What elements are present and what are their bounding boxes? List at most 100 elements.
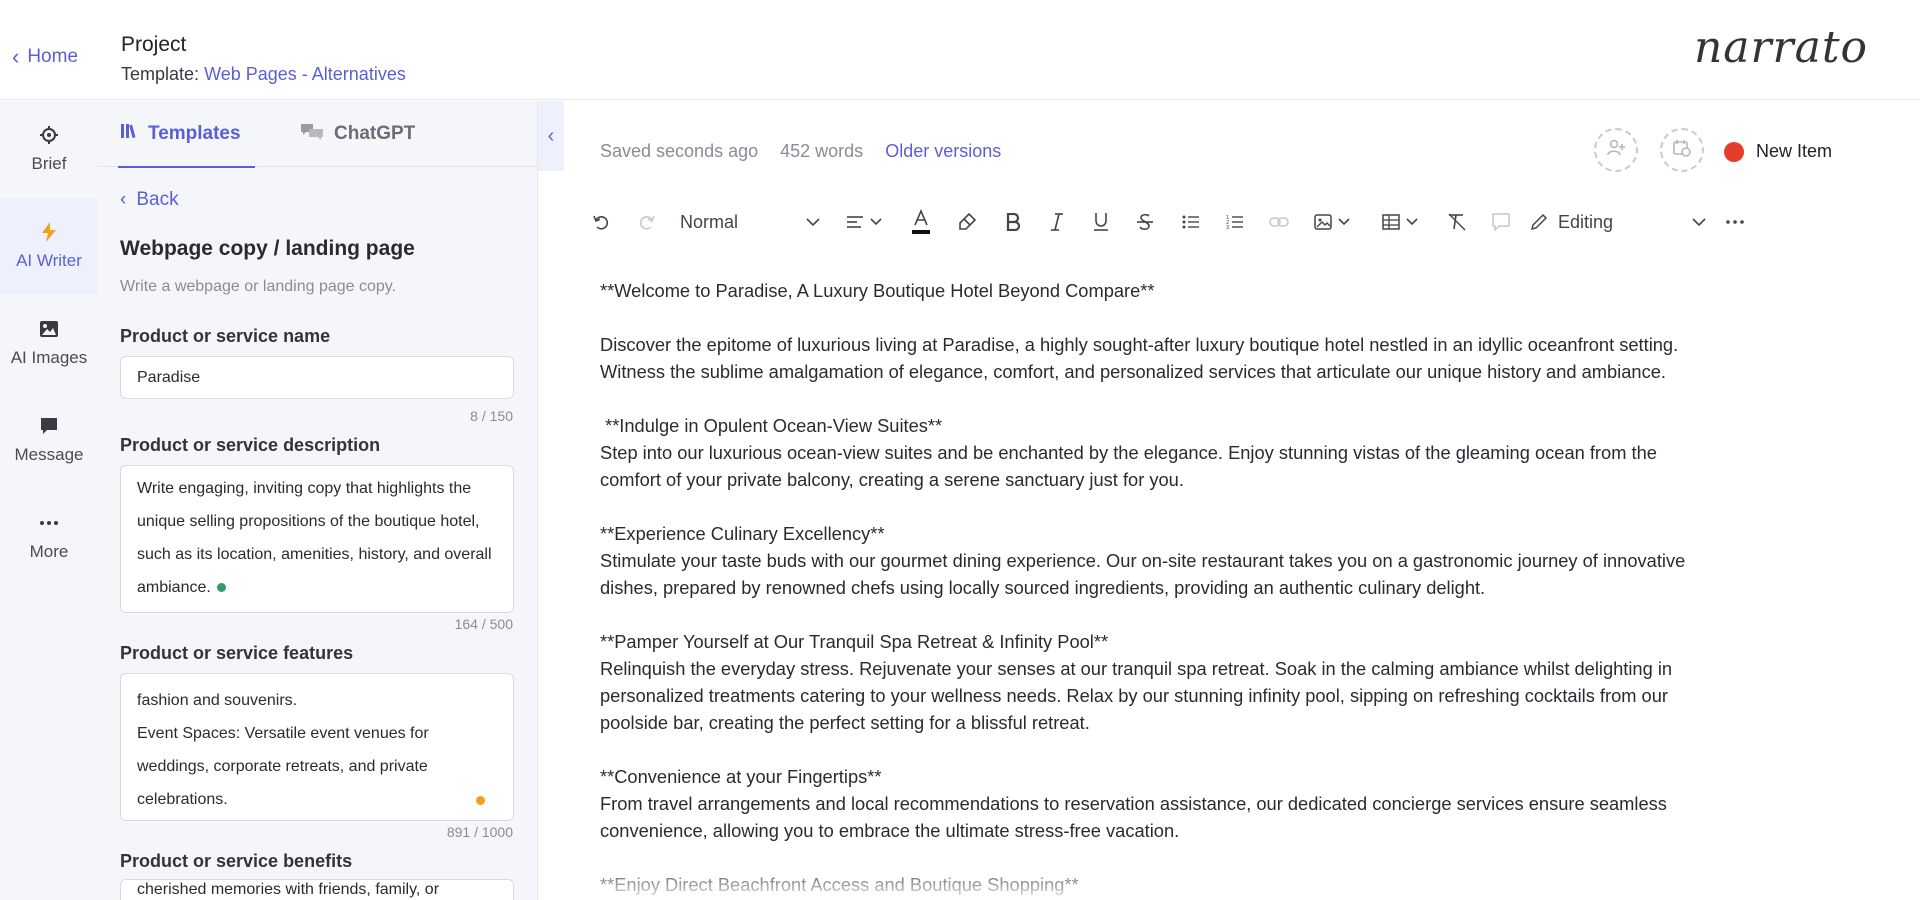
redo-button[interactable] xyxy=(632,202,662,242)
project-title: Project xyxy=(121,33,187,56)
rail-label-message: Message xyxy=(14,445,84,464)
doc-line: **Experience Culinary Excellency** xyxy=(600,523,885,544)
features-line: fashion and souvenirs. xyxy=(137,692,298,709)
rail-item-ai-writer[interactable]: AI Writer xyxy=(0,198,98,294)
doc-line: personalized treatments catering to your… xyxy=(600,685,1668,706)
product-description-textarea[interactable]: Write engaging, inviting copy that highl… xyxy=(120,465,514,613)
more-options-button[interactable] xyxy=(1720,202,1750,242)
ellipsis-icon xyxy=(38,512,60,534)
chevron-down-icon xyxy=(1338,218,1350,226)
collapse-panel-button[interactable]: ‹ xyxy=(538,101,564,171)
bolt-icon xyxy=(38,221,60,243)
rail-item-ai-images[interactable]: AI Images xyxy=(0,295,98,391)
doc-paragraph: **Indulge in Opulent Ocean-View Suites**… xyxy=(600,412,1840,493)
doc-line: dishes, prepared by renowned chefs using… xyxy=(600,577,1486,598)
editor-meta: Saved seconds ago 452 words Older versio… xyxy=(600,141,1001,162)
status-label: New Item xyxy=(1756,141,1833,161)
pencil-icon xyxy=(1530,213,1548,231)
home-link[interactable]: ‹ Home xyxy=(12,46,78,68)
doc-line: comfort of your private balcony, creatin… xyxy=(600,469,1184,490)
bullet-list-icon xyxy=(1182,214,1200,230)
status-dot-icon xyxy=(476,796,485,805)
highlight-button[interactable] xyxy=(952,202,982,242)
template-panel: Templates ChatGPT ‹ Back Webpage copy / … xyxy=(98,101,538,900)
editing-mode-value: Editing xyxy=(1558,211,1614,232)
comment-button[interactable] xyxy=(1486,202,1516,242)
align-dropdown[interactable] xyxy=(838,202,890,242)
doc-line: From travel arrangements and local recom… xyxy=(600,793,1667,814)
template-prefix: Template: xyxy=(121,64,200,84)
description-text: Write engaging, inviting copy that highl… xyxy=(137,480,492,596)
strikethrough-icon xyxy=(1136,213,1154,231)
chevron-down-icon xyxy=(1692,217,1706,227)
assign-user-button[interactable] xyxy=(1594,128,1638,172)
project-template: Template: Web Pages - Alternatives xyxy=(121,64,406,85)
paragraph-style-dropdown[interactable]: Normal xyxy=(680,202,820,242)
panel-tabs: Templates ChatGPT xyxy=(98,101,537,168)
doc-line: **Enjoy Direct Beachfront Access and Bou… xyxy=(600,874,1079,895)
field-label-benefits: Product or service benefits xyxy=(120,851,353,871)
text-color-button[interactable] xyxy=(906,202,936,242)
clear-formatting-button[interactable] xyxy=(1442,202,1472,242)
clear-format-icon xyxy=(1447,213,1467,231)
chevron-down-icon xyxy=(806,217,820,227)
template-link[interactable]: Web Pages - Alternatives xyxy=(204,64,406,84)
doc-paragraph: **Welcome to Paradise, A Luxury Boutique… xyxy=(600,277,1840,304)
home-label: Home xyxy=(27,46,79,67)
bold-button[interactable] xyxy=(998,202,1028,242)
tab-chatgpt[interactable]: ChatGPT xyxy=(300,101,415,167)
rail-item-more[interactable]: More xyxy=(0,489,98,585)
chevron-down-icon xyxy=(870,218,882,226)
bold-icon xyxy=(1006,213,1020,231)
rail-item-message[interactable]: Message xyxy=(0,392,98,488)
product-benefits-textarea[interactable]: cherished memories with friends, family,… xyxy=(120,879,514,900)
document-body[interactable]: **Welcome to Paradise, A Luxury Boutique… xyxy=(600,277,1840,898)
features-line: Event Spaces: Versatile event venues for… xyxy=(137,725,429,808)
word-count: 452 words xyxy=(780,141,864,161)
insert-table-dropdown[interactable] xyxy=(1374,202,1426,242)
insert-image-dropdown[interactable] xyxy=(1306,202,1358,242)
field-label-description: Product or service description xyxy=(120,435,381,455)
rail-item-brief[interactable]: Brief xyxy=(0,101,98,197)
underline-button[interactable] xyxy=(1086,202,1116,242)
comment-icon xyxy=(1492,213,1510,231)
older-versions-link[interactable]: Older versions xyxy=(885,141,1001,162)
doc-line: poolside bar, creating the perfect setti… xyxy=(600,712,1090,733)
editing-mode-dropdown[interactable]: Editing xyxy=(1530,202,1706,242)
chevron-left-icon: ‹ xyxy=(12,44,20,69)
library-icon xyxy=(120,122,138,146)
paragraph-style-value: Normal xyxy=(680,211,739,232)
tab-chatgpt-label: ChatGPT xyxy=(334,123,416,144)
brand-logo[interactable]: narrato xyxy=(1694,22,1868,73)
undo-icon xyxy=(592,213,610,231)
underline-icon xyxy=(1093,212,1109,232)
field-label-name: Product or service name xyxy=(120,326,331,346)
link-button[interactable] xyxy=(1264,202,1294,242)
chevron-left-icon: ‹ xyxy=(120,189,127,210)
italic-button[interactable] xyxy=(1042,202,1072,242)
name-counter: 8 / 150 xyxy=(470,408,513,424)
tab-templates-label: Templates xyxy=(148,123,241,144)
due-date-button[interactable] xyxy=(1660,128,1704,172)
strikethrough-button[interactable] xyxy=(1130,202,1160,242)
doc-line: convenience, allowing you to embrace the… xyxy=(600,820,1180,841)
status-dot-icon xyxy=(216,583,226,593)
doc-line: **Welcome to Paradise, A Luxury Boutique… xyxy=(600,280,1155,301)
numbered-list-button[interactable]: 123 xyxy=(1220,202,1250,242)
table-icon xyxy=(1382,214,1400,230)
tab-templates[interactable]: Templates xyxy=(118,101,255,168)
doc-line: **Indulge in Opulent Ocean-View Suites** xyxy=(600,415,943,436)
chevron-left-icon: ‹ xyxy=(547,124,555,147)
product-features-textarea[interactable]: fashion and souvenirs. Event Spaces: Ver… xyxy=(120,673,514,821)
item-status[interactable]: New Item xyxy=(1724,141,1832,162)
highlighter-icon xyxy=(957,212,977,232)
product-name-input[interactable]: Paradise xyxy=(120,356,514,399)
numbered-list-icon: 123 xyxy=(1226,214,1244,230)
bullet-list-button[interactable] xyxy=(1176,202,1206,242)
doc-line: Witness the sublime amalgamation of eleg… xyxy=(600,361,1666,382)
svg-text:3: 3 xyxy=(1226,225,1229,230)
back-link[interactable]: ‹ Back xyxy=(120,189,179,211)
calendar-clock-icon xyxy=(1672,138,1692,163)
link-icon xyxy=(1269,215,1289,229)
undo-button[interactable] xyxy=(586,202,616,242)
